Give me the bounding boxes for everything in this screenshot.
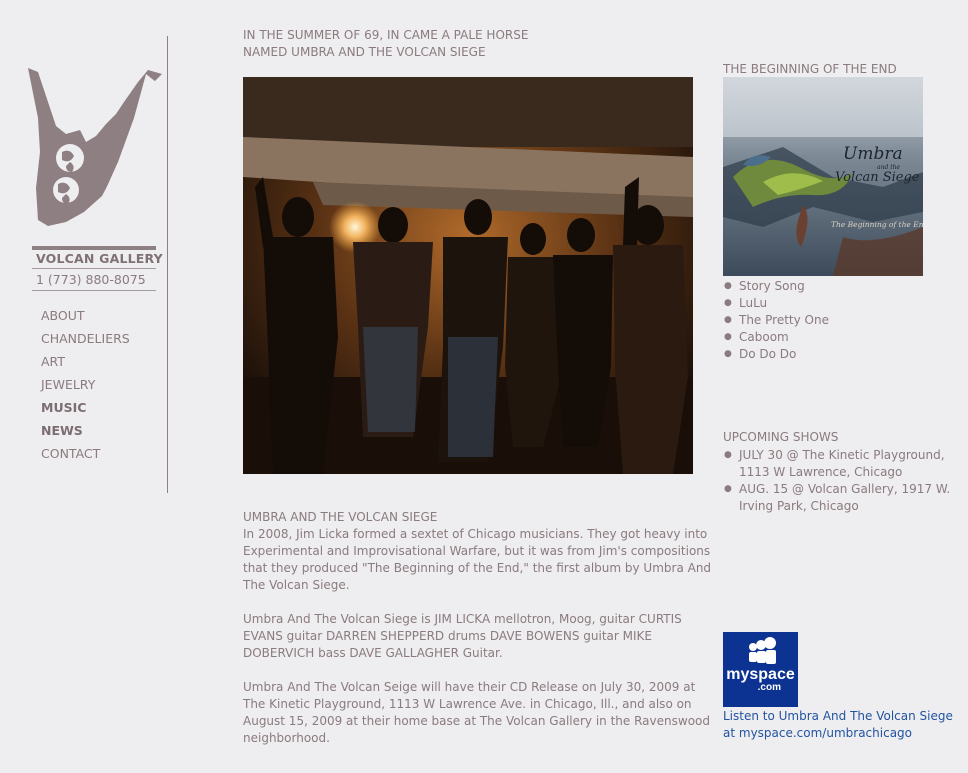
track-list: ● Story Song ● LuLu ● The Pretty One ● Caboom ● D… bbox=[723, 278, 829, 363]
bullet-icon: ● bbox=[724, 332, 732, 342]
article-paragraph-1: In 2008, Jim Licka formed a sextet of Ch… bbox=[243, 527, 712, 592]
bullet-icon: ● bbox=[724, 315, 732, 325]
album-title: THE BEGINNING OF THE END bbox=[723, 62, 897, 76]
show-item: ● JULY 30 @ The Kinetic Playground, 1113 … bbox=[723, 447, 953, 481]
shows-list: ● JULY 30 @ The Kinetic Playground, 1113 … bbox=[723, 447, 953, 515]
nav-item-contact[interactable]: CONTACT bbox=[41, 445, 130, 468]
article-paragraph-2: Umbra And The Volcan Siege is JIM LICKA … bbox=[243, 612, 682, 660]
show-item: ● AUG. 15 @ Volcan Gallery, 1917 W. Irvin… bbox=[723, 481, 953, 515]
nav-item-jewelry[interactable]: JEWELRY bbox=[41, 376, 130, 399]
myspace-logo-suffix: .com bbox=[758, 682, 781, 693]
sidebar-divider bbox=[167, 36, 168, 493]
cover-line-3: Volcan Siege bbox=[835, 170, 920, 185]
volcan-gallery-logo[interactable] bbox=[26, 62, 164, 230]
bullet-icon: ● bbox=[724, 349, 732, 359]
track-item[interactable]: ● LuLu bbox=[723, 295, 829, 312]
article-title: UMBRA AND THE VOLCAN SIEGE bbox=[243, 510, 438, 524]
bullet-icon: ● bbox=[724, 484, 732, 494]
nav-item-news[interactable]: NEWS bbox=[41, 422, 130, 445]
show-item-text: AUG. 15 @ Volcan Gallery, 1917 W. Irving… bbox=[739, 482, 951, 513]
brand-name: VOLCAN GALLERY bbox=[36, 251, 163, 266]
track-item-text: LuLu bbox=[739, 296, 768, 310]
cover-subtitle: The Beginning of the End bbox=[831, 220, 923, 229]
track-item-text: Do Do Do bbox=[739, 347, 797, 361]
track-item[interactable]: ● Story Song bbox=[723, 278, 829, 295]
track-item[interactable]: ● Do Do Do bbox=[723, 346, 829, 363]
bullet-icon: ● bbox=[724, 450, 732, 460]
track-item-text: Story Song bbox=[739, 279, 805, 293]
myspace-link-line-2[interactable]: at myspace.com/umbrachicago bbox=[723, 725, 963, 742]
myspace-link-line-1[interactable]: Listen to Umbra And The Volcan Siege bbox=[723, 708, 963, 725]
main-nav: ABOUT CHANDELIERS ART JEWELRY MUSIC NEWS CONTA… bbox=[41, 307, 130, 468]
track-item[interactable]: ● The Pretty One bbox=[723, 312, 829, 329]
myspace-logo-text: myspace bbox=[726, 666, 795, 683]
shows-title: UPCOMING SHOWS bbox=[723, 430, 839, 444]
article-paragraph-3: Umbra And The Volcan Seige will have the… bbox=[243, 680, 710, 745]
nav-item-art[interactable]: ART bbox=[41, 353, 130, 376]
track-item-text: Caboom bbox=[739, 330, 789, 344]
myspace-logo[interactable]: myspace .com bbox=[723, 632, 798, 707]
show-item-text: JULY 30 @ The Kinetic Playground, 1113 W… bbox=[739, 448, 945, 479]
myspace-link[interactable]: Listen to Umbra And The Volcan Siege at … bbox=[723, 708, 963, 742]
nav-item-chandeliers[interactable]: CHANDELIERS bbox=[41, 330, 130, 353]
nav-item-about[interactable]: ABOUT bbox=[41, 307, 130, 330]
headline-line-1: IN THE SUMMER OF 69, IN CAME A PALE HORS… bbox=[243, 28, 529, 42]
track-item-text: The Pretty One bbox=[739, 313, 829, 327]
article: UMBRA AND THE VOLCAN SIEGE In 2008, Jim … bbox=[243, 509, 718, 764]
cover-line-1: Umbra bbox=[843, 144, 903, 164]
phone-rule bbox=[32, 290, 156, 291]
band-photo bbox=[243, 77, 693, 474]
nav-item-music[interactable]: MUSIC bbox=[41, 399, 130, 422]
phone-number: 1 (773) 880-8075 bbox=[36, 272, 146, 287]
page-headline: IN THE SUMMER OF 69, IN CAME A PALE HORS… bbox=[243, 27, 663, 61]
bullet-icon: ● bbox=[724, 281, 732, 291]
bullet-icon: ● bbox=[724, 298, 732, 308]
brand-bar bbox=[32, 246, 156, 250]
track-item[interactable]: ● Caboom bbox=[723, 329, 829, 346]
brand-rule bbox=[32, 268, 156, 269]
headline-line-2: NAMED UMBRA AND THE VOLCAN SIEGE bbox=[243, 45, 486, 59]
album-cover[interactable]: Umbra and the Volcan Siege The Beginning… bbox=[723, 77, 923, 276]
